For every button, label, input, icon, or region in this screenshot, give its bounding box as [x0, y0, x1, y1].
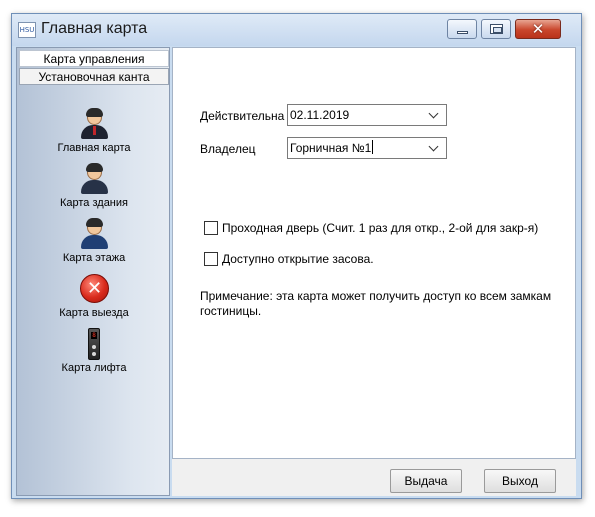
sidebar-item-master-card[interactable]: Главная карта [17, 108, 171, 154]
owner-value: Горничная №1 [290, 141, 372, 155]
person-icon [78, 218, 110, 250]
person-red-tie-icon [78, 108, 110, 140]
close-icon: ✕ [531, 20, 545, 38]
deadbolt-checkbox[interactable] [204, 252, 218, 266]
card-settings-panel: Действительна 02.11.2019 Владелец Горнич… [172, 47, 576, 459]
issue-button[interactable]: Выдача [390, 469, 462, 493]
person-icon [78, 163, 110, 195]
sidebar-item-label: Карта лифта [61, 362, 127, 374]
sidebar-item-checkout-card[interactable]: ✕ Карта выезда [17, 273, 171, 319]
sidebar-item-label: Главная карта [57, 142, 131, 154]
valid-date-value: 02.11.2019 [290, 108, 350, 122]
owner-label: Владелец [200, 142, 256, 156]
sidebar-item-label: Карта здания [59, 197, 128, 209]
app-icon: HSU [18, 22, 36, 38]
passage-door-label: Проходная дверь (Счит. 1 раз для откр., … [222, 221, 539, 235]
deadbolt-option[interactable]: Доступно открытие засова. [204, 252, 374, 266]
access-note: Примечание: эта карта может получить дос… [200, 289, 552, 318]
sidebar-item-label: Карта выезда [59, 307, 129, 319]
exit-button[interactable]: Выход [484, 469, 556, 493]
maximize-icon [490, 24, 503, 34]
sidebar-item-label: Карта этажа [62, 252, 126, 264]
card-type-sidebar: Карта управления Установочная канта Глав… [16, 47, 170, 496]
elevator-icon: 8 [78, 328, 110, 360]
valid-date-select[interactable]: 02.11.2019 [287, 104, 447, 126]
valid-label: Действительна [200, 109, 285, 123]
sidebar-item-elevator-card[interactable]: 8 Карта лифта [17, 328, 171, 374]
minimize-icon [457, 31, 468, 34]
close-button[interactable]: ✕ [515, 19, 561, 39]
deadbolt-label: Доступно открытие засова. [222, 252, 374, 266]
sidebar-item-floor-card[interactable]: Карта этажа [17, 218, 171, 264]
passage-door-option[interactable]: Проходная дверь (Счит. 1 раз для откр., … [204, 221, 538, 235]
chevron-down-icon[interactable] [428, 106, 440, 124]
title-bar[interactable]: HSU Главная карта ✕ [12, 14, 581, 46]
window-title: Главная карта [41, 20, 148, 37]
red-x-circle-icon: ✕ [78, 273, 110, 305]
text-caret [372, 140, 374, 154]
button-bar: Выдача Выход [172, 459, 576, 496]
maximize-button[interactable] [481, 19, 511, 39]
sidebar-item-building-card[interactable]: Карта здания [17, 163, 171, 209]
passage-door-checkbox[interactable] [204, 221, 218, 235]
owner-select[interactable]: Горничная №1 [287, 137, 447, 159]
tab-setup-card[interactable]: Установочная канта [19, 68, 169, 85]
chevron-down-icon[interactable] [428, 139, 440, 157]
app-window: HSU Главная карта ✕ Карта управления Уст… [11, 13, 582, 499]
tab-control-card[interactable]: Карта управления [19, 50, 169, 67]
minimize-button[interactable] [447, 19, 477, 39]
